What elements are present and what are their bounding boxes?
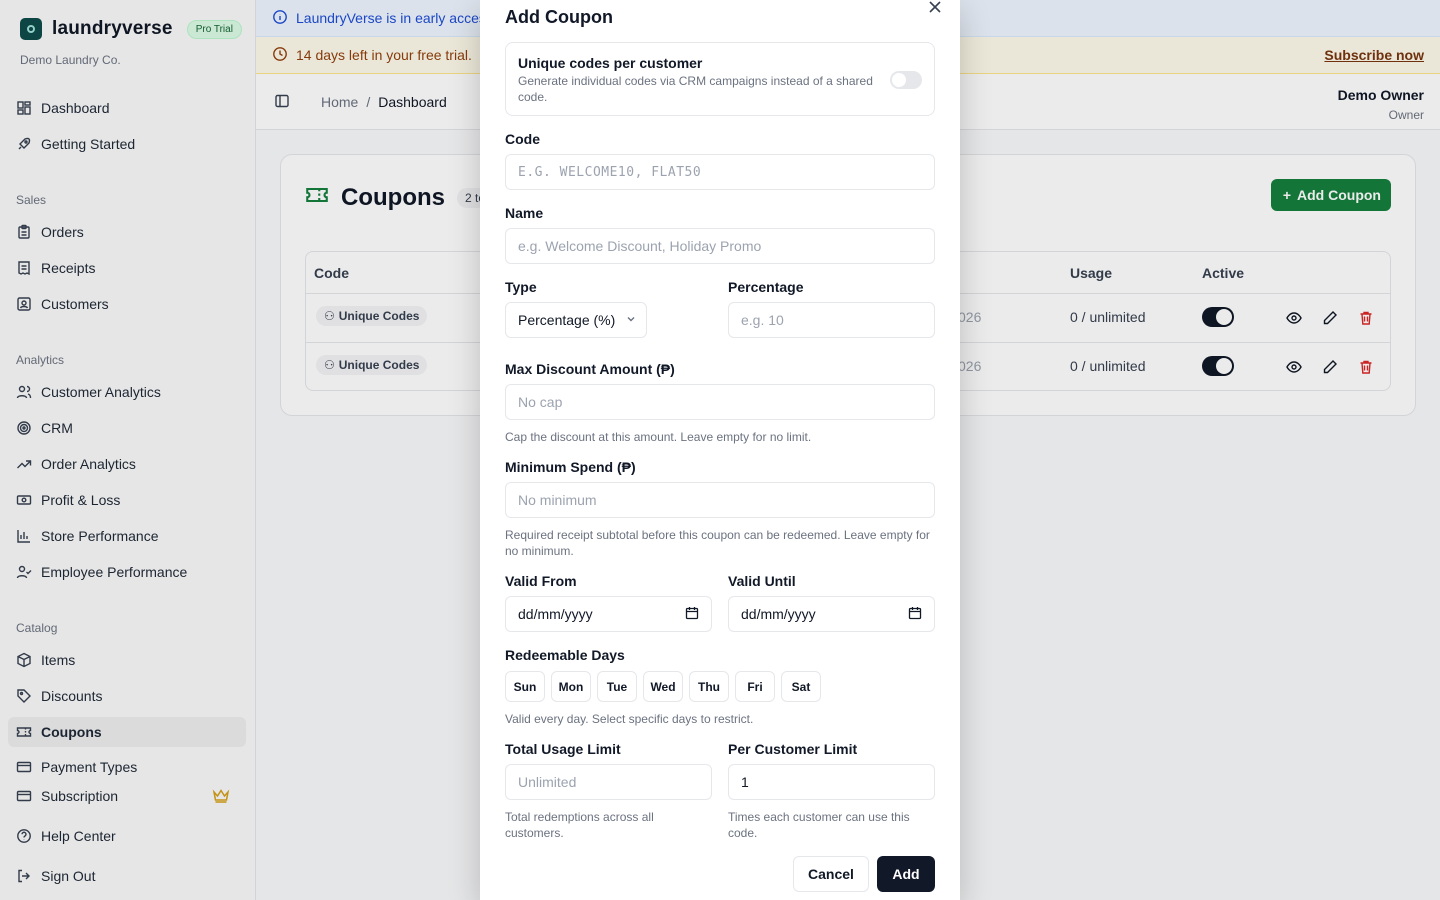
unique-codes-title: Unique codes per customer: [518, 55, 703, 71]
code-input[interactable]: [505, 154, 935, 190]
day-sat-button[interactable]: Sat: [781, 671, 821, 702]
max-discount-input[interactable]: [505, 384, 935, 420]
add-button[interactable]: Add: [877, 856, 935, 892]
day-fri-button[interactable]: Fri: [735, 671, 775, 702]
percentage-input[interactable]: [728, 302, 935, 338]
unique-codes-option: Unique codes per customer Generate indiv…: [505, 42, 935, 116]
valid-from-input[interactable]: dd/mm/yyyy: [505, 596, 712, 632]
max-discount-label: Max Discount Amount (₱): [505, 361, 675, 377]
day-wed-button[interactable]: Wed: [643, 671, 683, 702]
unique-codes-toggle[interactable]: [890, 71, 922, 89]
code-label: Code: [505, 131, 540, 147]
unique-codes-description: Generate individual codes via CRM campai…: [518, 74, 873, 104]
name-input[interactable]: [505, 228, 935, 264]
day-sun-button[interactable]: Sun: [505, 671, 545, 702]
per-customer-limit-input[interactable]: [728, 764, 935, 800]
max-discount-hint: Cap the discount at this amount. Leave e…: [505, 430, 812, 444]
name-label: Name: [505, 205, 544, 221]
min-spend-hint: Required receipt subtotal before this co…: [505, 528, 930, 558]
day-thu-button[interactable]: Thu: [689, 671, 729, 702]
day-mon-button[interactable]: Mon: [551, 671, 591, 702]
percentage-label: Percentage: [728, 279, 804, 295]
valid-until-label: Valid Until: [728, 573, 796, 589]
total-usage-limit-label: Total Usage Limit: [505, 741, 621, 757]
valid-from-value: dd/mm/yyyy: [518, 606, 593, 622]
add-coupon-dialog: Add Coupon Unique codes per customer Gen…: [480, 0, 960, 900]
dialog-title: Add Coupon: [505, 7, 613, 27]
per-customer-limit-label: Per Customer Limit: [728, 741, 858, 757]
per-customer-limit-hint: Times each customer can use this code.: [728, 810, 910, 840]
min-spend-label: Minimum Spend (₱): [505, 459, 636, 475]
redeemable-days-label: Redeemable Days: [505, 647, 625, 663]
valid-until-value: dd/mm/yyyy: [741, 606, 816, 622]
type-select-value: Percentage (%): [518, 312, 616, 328]
type-label: Type: [505, 279, 537, 295]
day-tue-button[interactable]: Tue: [597, 671, 637, 702]
cancel-button[interactable]: Cancel: [793, 856, 869, 892]
valid-until-input[interactable]: dd/mm/yyyy: [728, 596, 935, 632]
calendar-icon[interactable]: [685, 606, 699, 623]
type-select[interactable]: Percentage (%): [505, 302, 647, 338]
chevron-down-icon: [625, 312, 637, 328]
calendar-icon[interactable]: [908, 606, 922, 623]
total-usage-limit-hint: Total redemptions across all customers.: [505, 810, 654, 840]
close-icon[interactable]: [928, 0, 942, 14]
valid-from-label: Valid From: [505, 573, 577, 589]
min-spend-input[interactable]: [505, 482, 935, 518]
total-usage-limit-input[interactable]: [505, 764, 712, 800]
redeemable-days-hint: Valid every day. Select specific days to…: [505, 712, 754, 726]
